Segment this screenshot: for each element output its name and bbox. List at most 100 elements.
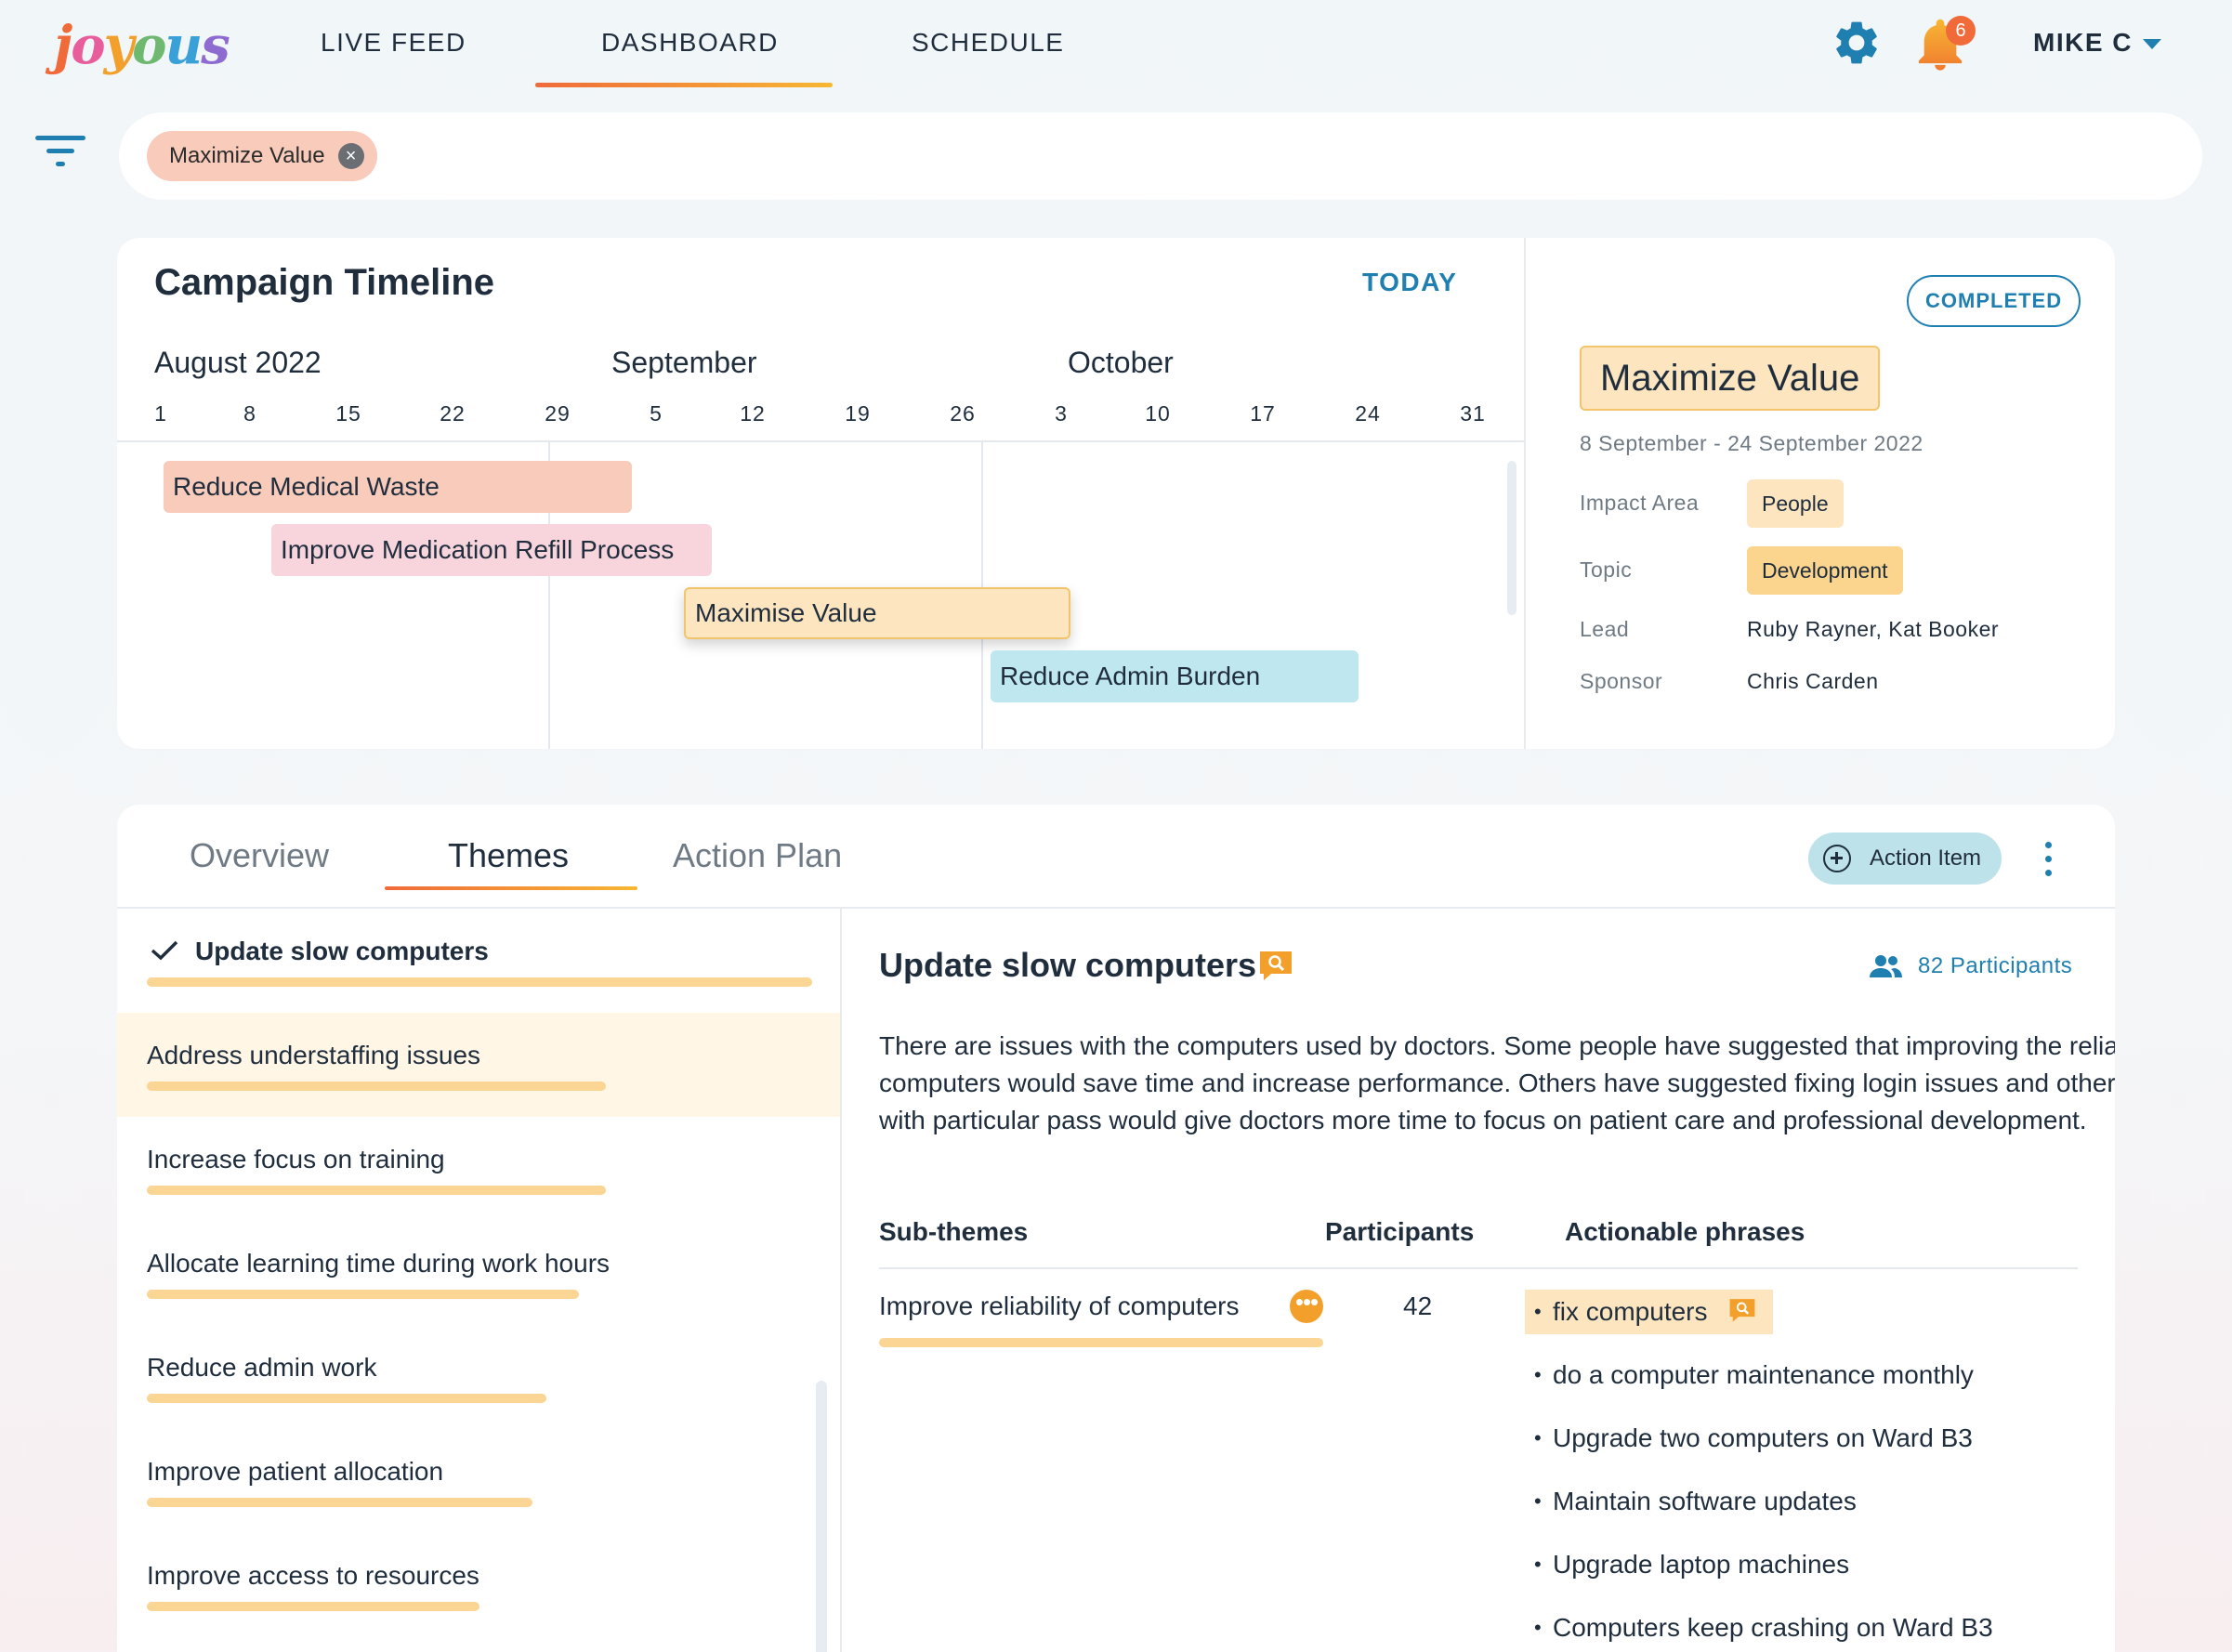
month-label: August 2022 bbox=[154, 346, 322, 379]
filter-bar[interactable]: Maximize Value × bbox=[119, 112, 2202, 200]
logo-letter: o bbox=[132, 15, 166, 76]
sub-theme-label: Improve reliability of computers bbox=[879, 1291, 1240, 1320]
tab-action-plan[interactable]: Action Plan bbox=[673, 836, 842, 875]
logo-letter: u bbox=[164, 15, 204, 76]
filter-chip-label: Maximize Value bbox=[169, 143, 325, 168]
campaign-title: Maximize Value bbox=[1580, 346, 1881, 411]
sponsor-value: Chris Carden bbox=[1747, 669, 1879, 693]
actionable-phrase-highlighted[interactable]: fix computers bbox=[1525, 1290, 1773, 1334]
topic-label: Topic bbox=[1580, 557, 1633, 582]
theme-score-bar bbox=[147, 977, 812, 987]
tab-themes[interactable]: Themes bbox=[448, 836, 569, 875]
filter-icon[interactable] bbox=[35, 136, 91, 177]
today-button[interactable]: TODAY bbox=[1362, 268, 1457, 297]
nav-tab-live-feed[interactable]: LIVE FEED bbox=[321, 28, 466, 58]
day-tick: 8 bbox=[243, 401, 256, 426]
user-menu-name[interactable]: MIKE C bbox=[2033, 28, 2133, 58]
participants-count[interactable]: 82 Participants bbox=[1918, 953, 2072, 979]
day-tick: 3 bbox=[1055, 401, 1068, 426]
theme-label: Improve patient allocation bbox=[147, 1457, 444, 1486]
close-icon[interactable]: × bbox=[337, 143, 364, 169]
theme-label: Increase focus on training bbox=[147, 1145, 445, 1173]
theme-label: Reduce admin work bbox=[147, 1353, 377, 1382]
actionable-phrase[interactable]: Maintain software updates bbox=[1525, 1479, 1870, 1524]
day-tick: 1 bbox=[154, 401, 167, 426]
panel-divider bbox=[1524, 238, 1526, 749]
day-tick: 5 bbox=[650, 401, 663, 426]
filter-chip[interactable]: Maximize Value × bbox=[147, 131, 377, 181]
table-header-divider bbox=[879, 1267, 2078, 1269]
day-tick: 24 bbox=[1355, 401, 1381, 426]
campaign-bar-reduce-medical-waste[interactable]: Reduce Medical Waste bbox=[164, 461, 632, 513]
more-horizontal-icon[interactable]: ••• bbox=[1290, 1290, 1323, 1323]
lead-label: Lead bbox=[1580, 617, 1630, 641]
theme-item[interactable]: Increase focus on training bbox=[117, 1117, 840, 1221]
logo-letter: s bbox=[201, 15, 230, 76]
plus-circle-icon bbox=[1823, 845, 1851, 872]
action-item-label: Action Item bbox=[1870, 846, 1982, 871]
theme-label: Address understaffing issues bbox=[147, 1041, 481, 1069]
theme-score-bar bbox=[147, 1082, 606, 1091]
timeline-scrollbar[interactable] bbox=[1507, 461, 1516, 615]
tab-overview[interactable]: Overview bbox=[190, 836, 329, 875]
theme-item[interactable]: Allocate learning time during work hours bbox=[117, 1221, 840, 1325]
actionable-phrase[interactable]: Upgrade laptop machines bbox=[1525, 1542, 1862, 1587]
phrase-text: fix computers bbox=[1553, 1297, 1708, 1326]
add-action-item-button[interactable]: Action Item bbox=[1808, 833, 2002, 885]
actionable-phrase[interactable]: do a computer maintenance monthly bbox=[1525, 1353, 1987, 1397]
theme-score-bar bbox=[147, 1394, 546, 1403]
nav-tab-schedule[interactable]: SCHEDULE bbox=[912, 28, 1064, 58]
lead-value: Ruby Rayner, Kat Booker bbox=[1747, 617, 2000, 641]
topic-tag: Development bbox=[1747, 546, 1903, 595]
day-tick: 19 bbox=[845, 401, 871, 426]
campaign-bar-improve-medication-refill[interactable]: Improve Medication Refill Process bbox=[271, 524, 712, 576]
active-nav-indicator bbox=[535, 83, 833, 87]
joyous-logo[interactable]: joyous bbox=[54, 13, 230, 78]
day-tick: 10 bbox=[1145, 401, 1171, 426]
logo-letter: o bbox=[71, 15, 105, 76]
status-badge: COMPLETED bbox=[1907, 275, 2081, 327]
active-tab-indicator bbox=[385, 886, 637, 890]
comment-search-icon[interactable] bbox=[1258, 950, 1293, 981]
theme-item[interactable]: Improve patient allocation bbox=[117, 1429, 840, 1533]
gear-icon[interactable] bbox=[1831, 17, 1883, 69]
actionable-phrase[interactable]: Computers keep crashing on Ward B3 bbox=[1525, 1606, 2006, 1650]
chevron-down-icon[interactable] bbox=[2143, 39, 2161, 49]
top-navigation: joyous LIVE FEED DASHBOARD SCHEDULE 6 MI… bbox=[0, 0, 2232, 93]
theme-description: There are issues with the computers used… bbox=[879, 1031, 2115, 1134]
column-header-sub-themes: Sub-themes bbox=[879, 1217, 1029, 1246]
notification-count-badge: 6 bbox=[1946, 16, 1976, 46]
theme-score-bar bbox=[147, 1290, 579, 1299]
logo-letter: j bbox=[54, 15, 72, 76]
campaign-bar-reduce-admin-burden[interactable]: Reduce Admin Burden bbox=[991, 650, 1359, 702]
theme-label: Improve access to resources bbox=[147, 1561, 479, 1590]
day-tick: 15 bbox=[335, 401, 361, 426]
month-label: October bbox=[1068, 346, 1174, 379]
comment-search-icon[interactable] bbox=[1728, 1297, 1756, 1323]
day-tick: 26 bbox=[950, 401, 976, 426]
theme-list-scrollbar[interactable] bbox=[816, 1381, 827, 1652]
theme-item[interactable]: Address understaffing issues bbox=[117, 1013, 840, 1117]
campaign-bar-maximise-value[interactable]: Maximise Value bbox=[684, 587, 1070, 639]
day-tick: 17 bbox=[1250, 401, 1276, 426]
theme-item-selected[interactable]: Update slow computers bbox=[117, 909, 840, 1013]
timeline-title: Campaign Timeline bbox=[154, 262, 495, 303]
actionable-phrase[interactable]: Upgrade two computers on Ward B3 bbox=[1525, 1416, 1986, 1461]
theme-score-bar bbox=[147, 1186, 606, 1195]
theme-item[interactable]: Reduce admin work bbox=[117, 1325, 840, 1429]
nav-tab-dashboard[interactable]: DASHBOARD bbox=[601, 28, 779, 58]
check-icon bbox=[151, 940, 178, 961]
day-tick: 12 bbox=[740, 401, 766, 426]
panel-divider bbox=[840, 909, 842, 1652]
more-options-icon[interactable] bbox=[2039, 842, 2057, 879]
theme-label: Allocate learning time during work hours bbox=[147, 1249, 611, 1278]
theme-score-bar bbox=[147, 1602, 479, 1611]
theme-item[interactable]: Improve access to resources bbox=[117, 1533, 840, 1637]
sponsor-label: Sponsor bbox=[1580, 669, 1663, 693]
theme-score-bar bbox=[147, 1498, 532, 1507]
campaign-dates: 8 September - 24 September 2022 bbox=[1580, 431, 1923, 455]
impact-area-label: Impact Area bbox=[1580, 491, 1700, 515]
day-tick: 29 bbox=[545, 401, 571, 426]
day-tick: 22 bbox=[440, 401, 466, 426]
day-tick: 31 bbox=[1460, 401, 1486, 426]
